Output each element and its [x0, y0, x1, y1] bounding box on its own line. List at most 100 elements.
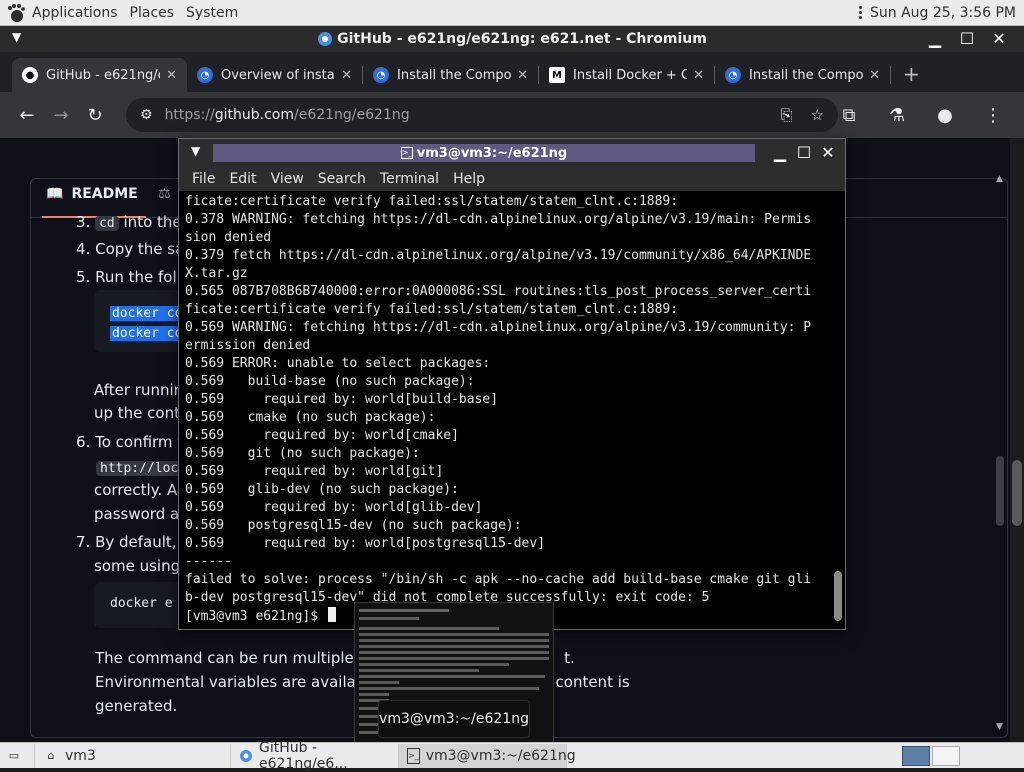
terminal-line: ermission denied [185, 338, 311, 353]
scroll-up-icon[interactable]: ▲ [996, 174, 1003, 184]
list-text: To confirm t [95, 433, 184, 451]
terminal-title[interactable]: >_ vm3@vm3:~/e621ng [213, 144, 755, 162]
terminal-scroll-thumb[interactable] [834, 571, 842, 621]
gnome-foot-icon [8, 3, 25, 22]
minimize-icon[interactable]: ▁ [926, 29, 944, 48]
menu-search[interactable]: Search [311, 171, 373, 187]
terminal-line: 0.569 required by: world[git] [185, 464, 444, 479]
reload-icon[interactable]: ↻ [78, 98, 112, 132]
menu-edit[interactable]: Edit [222, 171, 263, 187]
menu-terminal[interactable]: Terminal [373, 171, 446, 187]
taskbar-item-terminal[interactable]: >_ vm3@vm3:~/e621ng [399, 743, 576, 768]
close-tab-icon[interactable]: ✕ [166, 68, 177, 83]
tab-github[interactable]: ● GitHub - e621ng/e ✕ [12, 58, 187, 92]
top-panel: Applications Places System Sun Aug 25, 3… [0, 0, 1024, 26]
text-fragment: Environmental variables are availabl [95, 673, 370, 691]
maximize-icon[interactable]: ☐ [958, 29, 976, 48]
paragraph-text: password a [94, 505, 180, 523]
terminal-line: 0.569 git (no such package): [185, 446, 420, 461]
code-line[interactable]: docker e [110, 596, 173, 611]
close-tab-icon[interactable]: ✕ [517, 68, 528, 83]
window-edge [1010, 138, 1024, 742]
list-text: By default, t [95, 533, 188, 551]
scroll-down-icon[interactable]: ▼ [996, 722, 1003, 732]
text-fragment: The command can be run multiple tin [95, 649, 379, 667]
close-tab-icon[interactable]: ✕ [869, 68, 880, 83]
taskbar-label: vm3 [65, 747, 96, 764]
tab-strip: ● GitHub - e621ng/e ✕ ◔ Overview of inst… [0, 52, 1024, 92]
url-path: /e621ng/e621ng [294, 107, 410, 123]
tab-install-compose-1[interactable]: ◔ Install the Compo ✕ [363, 58, 538, 92]
forward-icon[interactable]: → [44, 98, 78, 132]
window-preview-label[interactable]: vm3@vm3:~/e621ng [378, 700, 530, 738]
close-tab-icon[interactable]: ✕ [341, 68, 352, 83]
window-menu-icon[interactable]: ▼ [12, 30, 21, 44]
terminal-line: 0.569 required by: world[postgresql15-de… [185, 536, 546, 551]
code-line[interactable]: docker co [110, 326, 185, 341]
tab-title: Overview of insta [221, 67, 335, 83]
url-scheme: https:// [164, 107, 215, 123]
close-tab-icon[interactable]: ✕ [693, 68, 704, 83]
list-number: 7. [76, 533, 91, 551]
code-line[interactable]: docker co [110, 306, 185, 321]
tab-title: Install the Compo [397, 67, 512, 83]
terminal-scrollbar[interactable] [831, 191, 845, 629]
terminal-titlebar[interactable]: ▼ >_ vm3@vm3:~/e621ng ▁ ☐ ✕ [179, 139, 845, 167]
taskbar-item-home[interactable]: ⌂ vm3 [35, 743, 231, 768]
terminal-line: ficate:certificate verify failed:ssl/sta… [185, 194, 679, 209]
text-fragment: content is [555, 673, 630, 691]
menu-help[interactable]: Help [446, 171, 492, 187]
chromium-titlebar[interactable]: ▼ GitHub - e621ng/e621ng: e621.net - Chr… [0, 26, 1024, 52]
clock[interactable]: Sun Aug 25, 3:56 PM [870, 5, 1016, 21]
home-icon: ⌂ [47, 749, 55, 762]
menu-view[interactable]: View [264, 171, 311, 187]
license-scale-icon[interactable]: ⚖ [158, 186, 171, 202]
list-number: 5. [76, 268, 91, 286]
applications-menu[interactable]: Applications [0, 0, 124, 26]
workspace-2[interactable] [932, 746, 960, 766]
address-bar[interactable]: ⚙ https://github.com/e621ng/e621ng ⎘ ☆ [126, 98, 838, 132]
install-app-icon[interactable]: ⎘ [781, 106, 793, 124]
site-info-icon[interactable]: ⚙ [140, 107, 153, 123]
m-icon: M [549, 67, 565, 83]
paragraph-text: After runnin [94, 381, 184, 399]
paragraph-text: correctly. An [94, 481, 187, 499]
back-icon[interactable]: ← [10, 98, 44, 132]
maximize-icon[interactable]: ☐ [795, 143, 813, 162]
scroll-thumb[interactable] [1012, 460, 1022, 526]
minimize-icon[interactable]: ▁ [771, 143, 789, 162]
profile-icon[interactable]: ● [928, 98, 962, 132]
panel-overflow-icon[interactable] [856, 6, 864, 19]
more-menu-icon[interactable]: ⋮ [976, 98, 1010, 132]
paragraph-text: up the conta [94, 404, 190, 422]
new-tab-icon[interactable]: + [903, 62, 920, 86]
terminal-line: ------ [185, 554, 232, 569]
places-menu[interactable]: Places [124, 0, 181, 26]
terminal-line: 0.379 fetch https://dl-cdn.alpinelinux.o… [185, 248, 812, 263]
tab-install-compose-2[interactable]: ◔ Install the Compo ✕ [715, 58, 890, 92]
show-desktop-button[interactable]: ▭ [0, 743, 35, 768]
labs-flask-icon[interactable]: ⚗ [880, 98, 914, 132]
terminal-icon: >_ [400, 147, 413, 159]
page-scrollbar[interactable]: ▲ ▼ [996, 138, 1006, 742]
tab-overview[interactable]: ◔ Overview of insta ✕ [187, 58, 362, 92]
inline-code: cd [95, 216, 119, 231]
system-menu[interactable]: System [180, 0, 244, 26]
text-fragment: t. [564, 649, 575, 667]
tab-install-docker[interactable]: M Install Docker + C ✕ [539, 58, 714, 92]
terminal-window[interactable]: ▼ >_ vm3@vm3:~/e621ng ▁ ☐ ✕ File Edit Vi… [178, 138, 846, 630]
terminal-output[interactable]: ficate:certificate verify failed:ssl/sta… [179, 191, 831, 629]
close-icon[interactable]: ✕ [990, 29, 1008, 48]
terminal-line: 0.569 required by: world[build-base] [185, 392, 499, 407]
close-icon[interactable]: ✕ [819, 143, 837, 162]
readme-tab[interactable]: 📖 README [46, 186, 138, 202]
extensions-icon[interactable]: ⧉ [832, 98, 866, 132]
terminal-line: 0.569 ERROR: unable to select packages: [185, 356, 491, 371]
workspace-1[interactable] [902, 746, 930, 766]
menu-file[interactable]: File [185, 171, 222, 187]
bookmark-star-icon[interactable]: ☆ [811, 106, 824, 124]
taskbar-item-chromium[interactable]: GitHub - e621ng/e6... [231, 740, 399, 772]
page-scroll-thumb[interactable] [996, 456, 1004, 526]
terminal-line: 0.569 cmake (no such package): [185, 410, 436, 425]
window-menu-icon[interactable]: ▼ [191, 144, 200, 158]
